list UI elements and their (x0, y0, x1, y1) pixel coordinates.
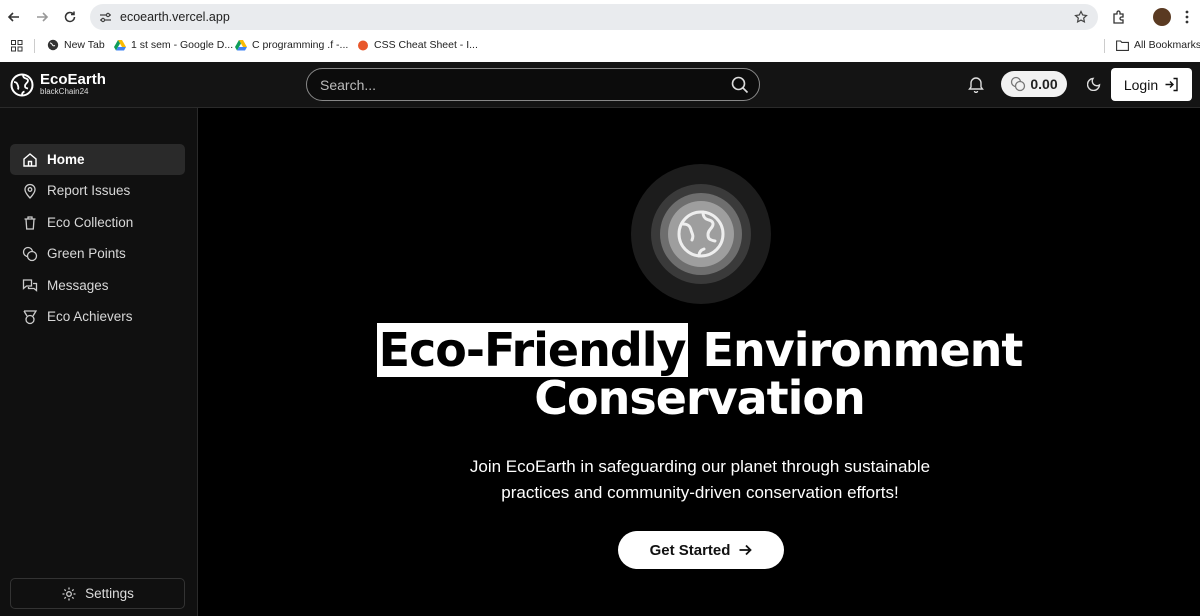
map-pin-icon (24, 183, 36, 199)
profile-avatar[interactable] (1153, 8, 1171, 26)
hero-title-highlight: Eco-Friendly (376, 323, 688, 377)
sidebar-item-eco-achievers[interactable]: Eco Achievers (10, 301, 185, 332)
all-bookmarks[interactable]: All Bookmarks (1116, 39, 1200, 51)
coins-icon (1011, 76, 1026, 92)
sidebar-item-green-points[interactable]: Green Points (10, 238, 185, 269)
brand-logo[interactable]: EcoEarth blackChain24 (10, 72, 106, 97)
hero-subtitle: Join EcoEarth in safeguarding our planet… (469, 457, 931, 502)
google-drive-icon (114, 39, 126, 50)
reload-icon[interactable] (59, 6, 81, 28)
bookmarks-divider (34, 39, 35, 53)
sidebar-item-home[interactable]: Home (10, 144, 185, 175)
messages-icon (22, 278, 38, 292)
hero-earth-orb (631, 164, 771, 304)
get-started-label: Get Started (649, 541, 731, 559)
hero-title-line2: Conservation (534, 371, 866, 425)
sidebar-item-report-issues[interactable]: Report Issues (10, 175, 185, 206)
gear-icon (62, 587, 76, 600)
login-label: Login (1123, 76, 1159, 93)
medal-icon (23, 309, 38, 324)
settings-button[interactable]: Settings (10, 578, 185, 609)
extensions-icon[interactable] (1111, 9, 1127, 25)
main-content: Eco-Friendly Environment Conservation Jo… (199, 108, 1200, 616)
search-input[interactable] (320, 76, 720, 93)
search-icon[interactable] (731, 76, 749, 94)
google-drive-icon (235, 39, 247, 50)
star-icon[interactable] (1074, 10, 1088, 24)
balance-badge[interactable]: 0.00 (1001, 71, 1067, 97)
url-text: ecoearth.vercel.app (120, 10, 230, 24)
home-icon (23, 152, 37, 167)
brand-text: EcoEarth blackChain24 (40, 72, 106, 97)
globe-icon (47, 39, 59, 51)
login-icon (1165, 77, 1178, 92)
sidebar-item-messages[interactable]: Messages (10, 270, 185, 301)
trash-icon (24, 215, 36, 230)
site-settings-icon[interactable] (99, 11, 112, 24)
browser-menu-icon[interactable] (1185, 10, 1189, 24)
bookmarks-divider (1104, 39, 1105, 53)
hero-title: Eco-Friendly Environment Conservation (199, 323, 1200, 425)
back-icon[interactable] (3, 6, 25, 28)
bookmark-google-drive-1[interactable]: 1 st sem - Google D... (114, 39, 233, 51)
search-bar (306, 68, 760, 101)
apps-grid-icon[interactable] (11, 40, 23, 52)
forward-icon[interactable] (31, 6, 53, 28)
brand-subtitle: blackChain24 (40, 87, 89, 96)
hero-title-rest: Environment (687, 323, 1024, 377)
earth-logo-icon (10, 73, 34, 96)
browser-nav-row: ecoearth.vercel.app (0, 0, 1200, 34)
sidebar-item-eco-collection[interactable]: Eco Collection (10, 207, 185, 238)
folder-icon (1116, 39, 1129, 51)
get-started-button[interactable]: Get Started (618, 531, 784, 569)
moon-icon[interactable] (1087, 76, 1102, 91)
bookmark-google-drive-2[interactable]: C programming .f -... (235, 39, 348, 51)
bell-icon[interactable] (968, 75, 984, 93)
balance-value: 0.00 (1030, 76, 1058, 92)
bookmark-new-tab[interactable]: New Tab (47, 39, 105, 51)
coins-icon (22, 246, 38, 261)
css-site-icon (358, 40, 368, 51)
login-button[interactable]: Login (1111, 68, 1192, 101)
bookmark-css-cheat-sheet[interactable]: CSS Cheat Sheet - I... (357, 39, 478, 51)
arrow-right-icon (739, 544, 753, 556)
app-header: EcoEarth blackChain24 0.00 Login (0, 62, 1200, 108)
address-bar[interactable]: ecoearth.vercel.app (90, 4, 1098, 30)
brand-name: EcoEarth (40, 71, 106, 88)
sidebar: Home Report Issues Eco Collection Green … (0, 108, 198, 616)
bookmarks-bar: New Tab 1 st sem - Google D... C program… (0, 34, 1200, 58)
browser-chrome: ecoearth.vercel.app New Tab 1 st sem - G… (0, 0, 1200, 62)
